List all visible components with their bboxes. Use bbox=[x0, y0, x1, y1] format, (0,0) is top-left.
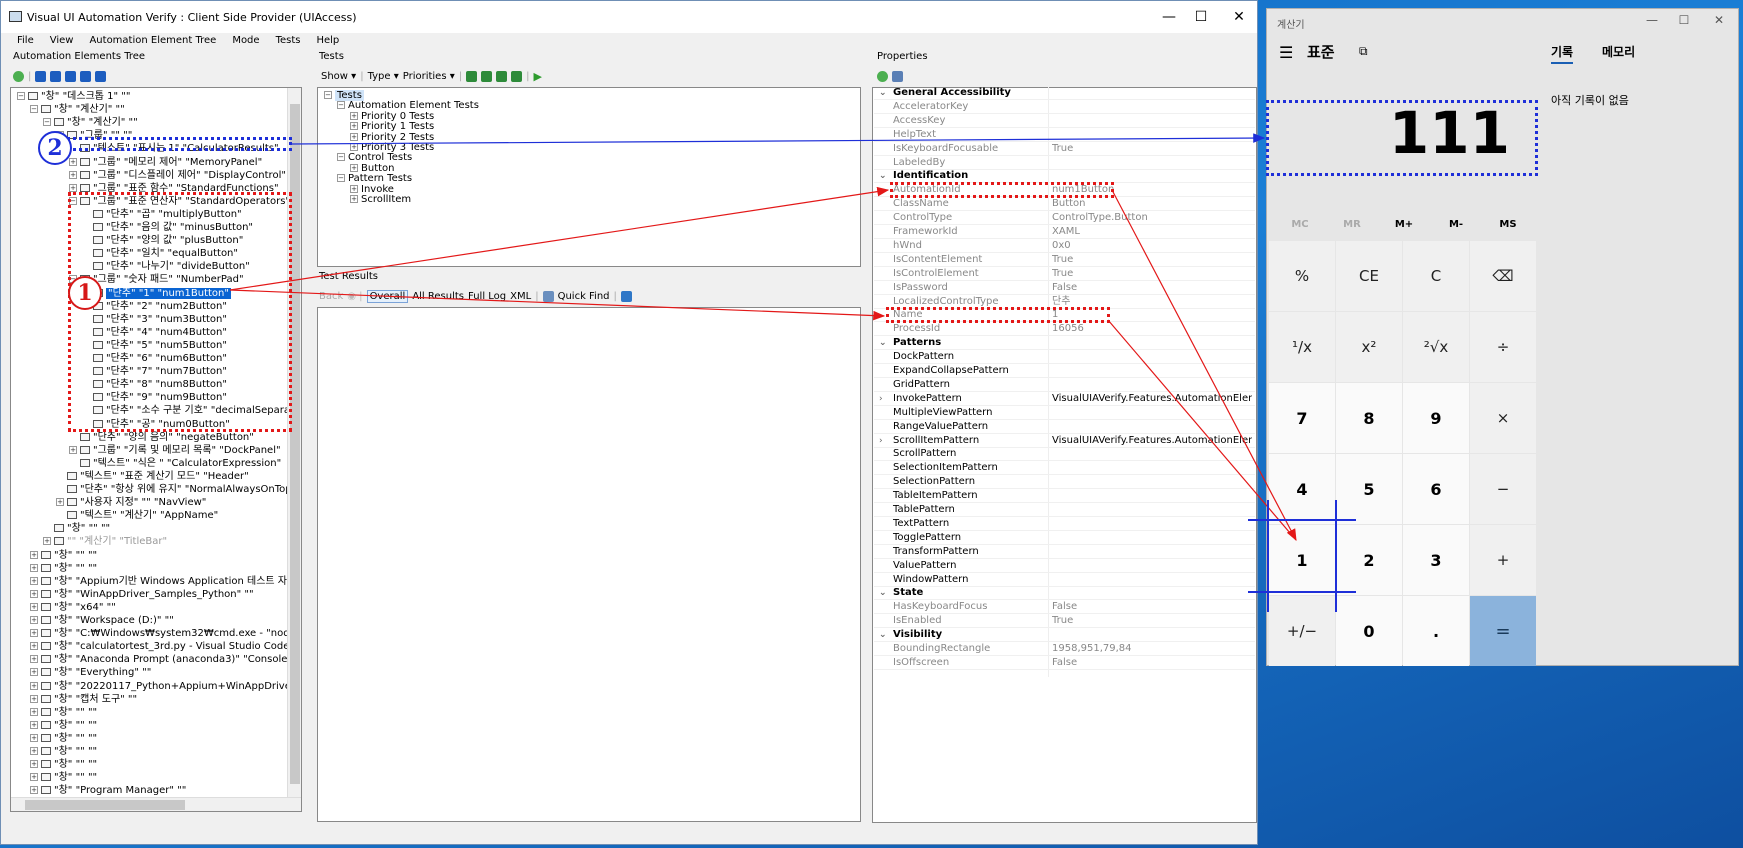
annotation-arrows bbox=[229, 133, 1356, 612]
